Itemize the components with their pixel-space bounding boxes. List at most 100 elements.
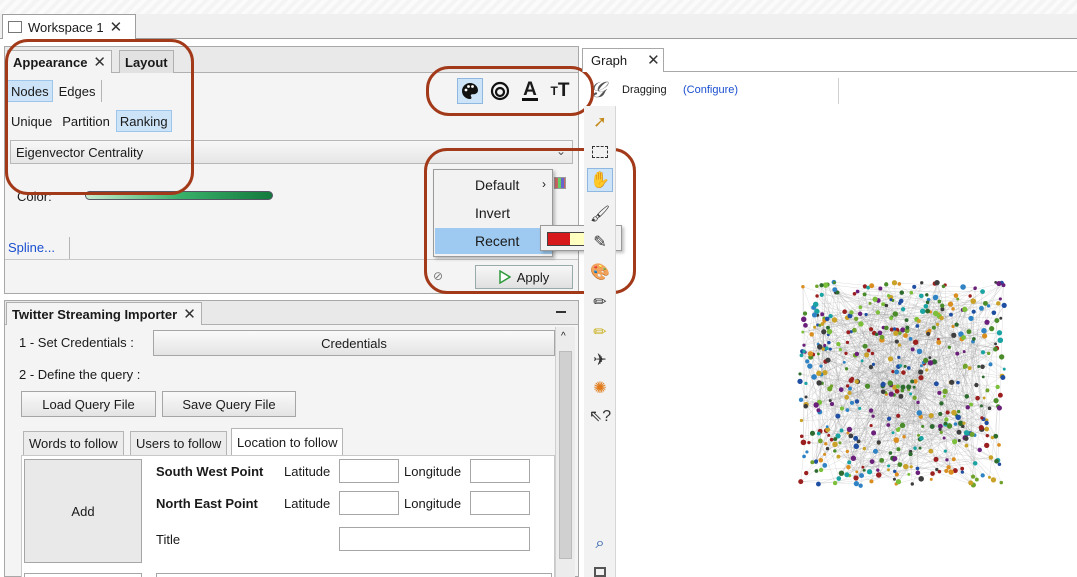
graph-node[interactable]	[904, 318, 909, 323]
graph-node[interactable]	[876, 440, 881, 445]
graph-node[interactable]	[1001, 283, 1006, 288]
graph-node[interactable]	[844, 472, 850, 478]
graph-node[interactable]	[909, 392, 913, 396]
graph-node[interactable]	[967, 366, 972, 371]
graph-node[interactable]	[822, 282, 829, 288]
graph-node[interactable]	[798, 372, 802, 376]
graph-node[interactable]	[819, 364, 823, 368]
graph-node[interactable]	[889, 298, 893, 302]
graph-node[interactable]	[815, 284, 819, 289]
graph-node[interactable]	[956, 297, 960, 301]
graph-node[interactable]	[838, 348, 843, 352]
graph-node[interactable]	[912, 395, 917, 400]
graph-node[interactable]	[951, 307, 955, 311]
graph-node[interactable]	[960, 470, 964, 474]
graph-node[interactable]	[858, 321, 864, 327]
graph-node[interactable]	[854, 399, 860, 404]
graph-node[interactable]	[832, 441, 838, 448]
graph-node[interactable]	[999, 316, 1003, 320]
graph-node[interactable]	[897, 355, 901, 359]
graph-node[interactable]	[894, 369, 900, 375]
graph-node[interactable]	[807, 351, 814, 357]
graph-node[interactable]	[954, 322, 959, 327]
panel-icon[interactable]	[587, 560, 613, 577]
graph-node[interactable]	[945, 410, 950, 415]
graph-node[interactable]	[893, 330, 899, 336]
graph-node[interactable]	[816, 380, 822, 386]
graph-node[interactable]	[933, 381, 939, 387]
graph-node[interactable]	[805, 450, 809, 454]
graph-node[interactable]	[928, 356, 932, 360]
graph-node[interactable]	[859, 473, 865, 479]
graph-node[interactable]	[999, 480, 1004, 485]
graph-node[interactable]	[820, 312, 825, 317]
graph-node[interactable]	[984, 426, 990, 432]
graph-node[interactable]	[864, 352, 870, 358]
graph-node[interactable]	[960, 466, 965, 471]
graph-node[interactable]	[979, 305, 984, 311]
graph-node[interactable]	[987, 406, 992, 411]
plane-icon[interactable]: ✈	[587, 348, 613, 372]
graph-node[interactable]	[802, 311, 808, 316]
graph-node[interactable]	[823, 452, 827, 456]
graph-node[interactable]	[896, 413, 901, 418]
graph-node[interactable]	[818, 438, 823, 444]
graph-node[interactable]	[910, 379, 915, 384]
graph-node[interactable]	[955, 351, 960, 356]
graph-node[interactable]	[997, 443, 1001, 447]
configure-link[interactable]: (Configure)	[683, 84, 738, 96]
spline-link[interactable]: Spline...	[8, 240, 55, 255]
graph-node[interactable]	[884, 282, 889, 287]
graph-node[interactable]	[824, 346, 829, 351]
graph-node[interactable]	[896, 447, 901, 452]
graph-node[interactable]	[881, 302, 886, 307]
graph-node[interactable]	[897, 331, 902, 336]
brush-icon[interactable]: 🖌	[587, 202, 613, 226]
graph-node[interactable]	[941, 284, 946, 289]
graph-node[interactable]	[838, 441, 842, 445]
graph-node[interactable]	[862, 292, 867, 297]
graph-node[interactable]	[984, 442, 990, 448]
graph-node[interactable]	[899, 422, 906, 429]
graph-node[interactable]	[829, 401, 835, 407]
graph-node[interactable]	[915, 470, 921, 476]
graph-node[interactable]	[805, 359, 810, 364]
graph-node[interactable]	[974, 382, 979, 388]
tab-graph[interactable]: Graph ✕	[582, 48, 664, 72]
graph-node[interactable]	[897, 343, 902, 347]
graph-node[interactable]	[969, 431, 975, 437]
graph-node[interactable]	[803, 403, 809, 409]
graph-node[interactable]	[953, 422, 958, 426]
graph-node[interactable]	[845, 384, 850, 388]
node-pencil-icon[interactable]: ✎	[587, 230, 613, 254]
graph-node[interactable]	[938, 427, 942, 431]
load-query-button[interactable]: Load Query File	[21, 391, 156, 417]
graph-node[interactable]	[842, 309, 847, 314]
graph-node[interactable]	[916, 348, 923, 355]
graph-node[interactable]	[835, 290, 840, 295]
graph-node[interactable]	[815, 294, 819, 298]
graph-node[interactable]	[871, 414, 875, 418]
tab-twitter-importer[interactable]: Twitter Streaming Importer ✕	[6, 302, 202, 325]
graph-node[interactable]	[839, 428, 844, 433]
graph-node[interactable]	[884, 303, 889, 308]
graph-node[interactable]	[870, 351, 875, 356]
graph-node[interactable]	[993, 398, 999, 404]
graph-node[interactable]	[864, 312, 868, 317]
graph-node[interactable]	[816, 352, 820, 356]
graph-node[interactable]	[946, 465, 951, 470]
graph-node[interactable]	[872, 296, 878, 302]
graph-node[interactable]	[975, 395, 980, 401]
graph-node[interactable]	[921, 424, 925, 428]
graph-node[interactable]	[993, 433, 999, 439]
close-graph-icon[interactable]: ✕	[647, 53, 660, 68]
graph-node[interactable]	[869, 479, 874, 484]
graph-node[interactable]	[820, 321, 825, 326]
graph-node[interactable]	[853, 475, 859, 481]
graph-node[interactable]	[866, 348, 871, 353]
graph-node[interactable]	[853, 481, 859, 487]
graph-node[interactable]	[994, 318, 1000, 324]
graph-node[interactable]	[1002, 367, 1006, 371]
graph-node[interactable]	[900, 307, 906, 312]
heatmap-icon[interactable]: ✺	[587, 376, 613, 400]
